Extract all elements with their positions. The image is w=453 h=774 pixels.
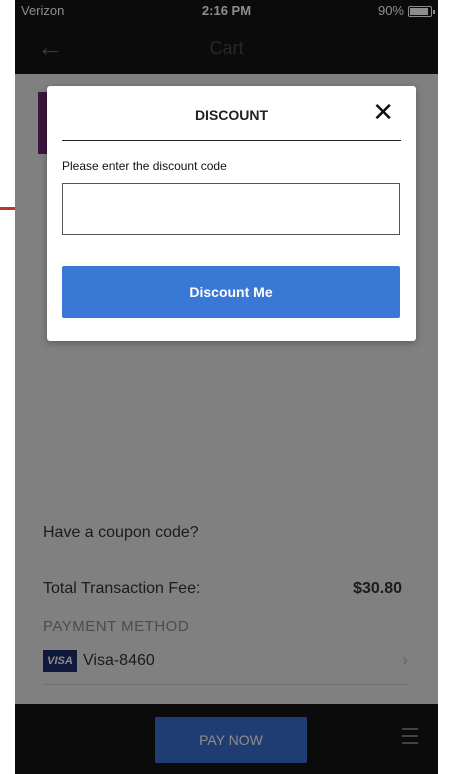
phone-screen: Verizon 2:16 PM 90% ← Cart Have a coupon… xyxy=(15,0,438,774)
discount-code-label: Please enter the discount code xyxy=(62,159,227,173)
modal-title: DISCOUNT xyxy=(194,107,269,123)
modal-divider xyxy=(62,140,401,141)
close-icon[interactable]: ✕ xyxy=(372,99,394,125)
discount-modal: DISCOUNT ✕ Please enter the discount cod… xyxy=(47,86,416,341)
discount-me-button[interactable]: Discount Me xyxy=(62,266,400,318)
discount-code-input[interactable] xyxy=(62,183,400,235)
